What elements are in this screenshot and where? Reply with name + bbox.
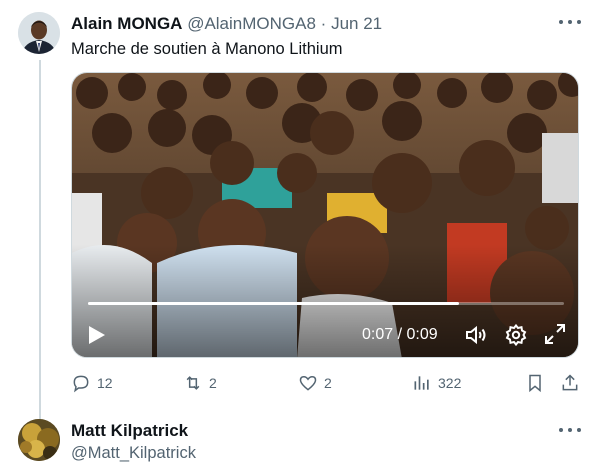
- reply-button[interactable]: 12: [71, 372, 113, 394]
- reply-author-handle[interactable]: @Matt_Kilpatrick: [71, 444, 196, 463]
- tweet-header: Alain MONGA @AlainMONGA8 · Jun 21: [71, 14, 382, 34]
- tweet-date[interactable]: Jun 21: [331, 14, 382, 33]
- retweet-button[interactable]: 2: [183, 372, 217, 394]
- video-progress-bar[interactable]: [88, 302, 564, 305]
- volume-icon[interactable]: [464, 323, 488, 347]
- bookmark-icon: [529, 374, 541, 393]
- video-player[interactable]: 0:07 / 0:09: [71, 72, 579, 358]
- reply-icon: [73, 375, 89, 393]
- views-button[interactable]: 322: [412, 372, 461, 394]
- like-button[interactable]: 2: [298, 372, 332, 394]
- like-count: 2: [324, 375, 332, 391]
- share-icon: [562, 374, 578, 391]
- tweet-text: Marche de soutien à Manono Lithium: [71, 40, 343, 58]
- share-button[interactable]: [560, 372, 580, 394]
- like-icon: [299, 375, 317, 391]
- views-icon: [414, 376, 429, 390]
- play-icon[interactable]: [88, 325, 106, 345]
- reply-count: 12: [97, 375, 113, 391]
- author-name[interactable]: Alain MONGA: [71, 14, 182, 33]
- reply-author-name[interactable]: Matt Kilpatrick: [71, 421, 188, 441]
- retweet-count: 2: [209, 375, 217, 391]
- more-icon[interactable]: [559, 421, 581, 439]
- author-avatar[interactable]: [18, 12, 60, 54]
- views-count: 322: [438, 375, 462, 391]
- retweet-icon: [186, 376, 200, 390]
- author-handle[interactable]: @AlainMONGA8: [187, 14, 316, 33]
- more-icon[interactable]: [559, 13, 581, 31]
- reply-author-avatar[interactable]: [18, 419, 60, 461]
- bookmark-button[interactable]: [525, 372, 545, 394]
- settings-icon[interactable]: [504, 323, 528, 347]
- thread-line: [39, 60, 41, 420]
- video-frame: [72, 73, 578, 357]
- video-progress-fill: [88, 302, 460, 305]
- video-time: 0:07 / 0:09: [362, 326, 438, 343]
- fullscreen-icon[interactable]: [544, 323, 566, 345]
- separator-dot: ·: [320, 14, 327, 33]
